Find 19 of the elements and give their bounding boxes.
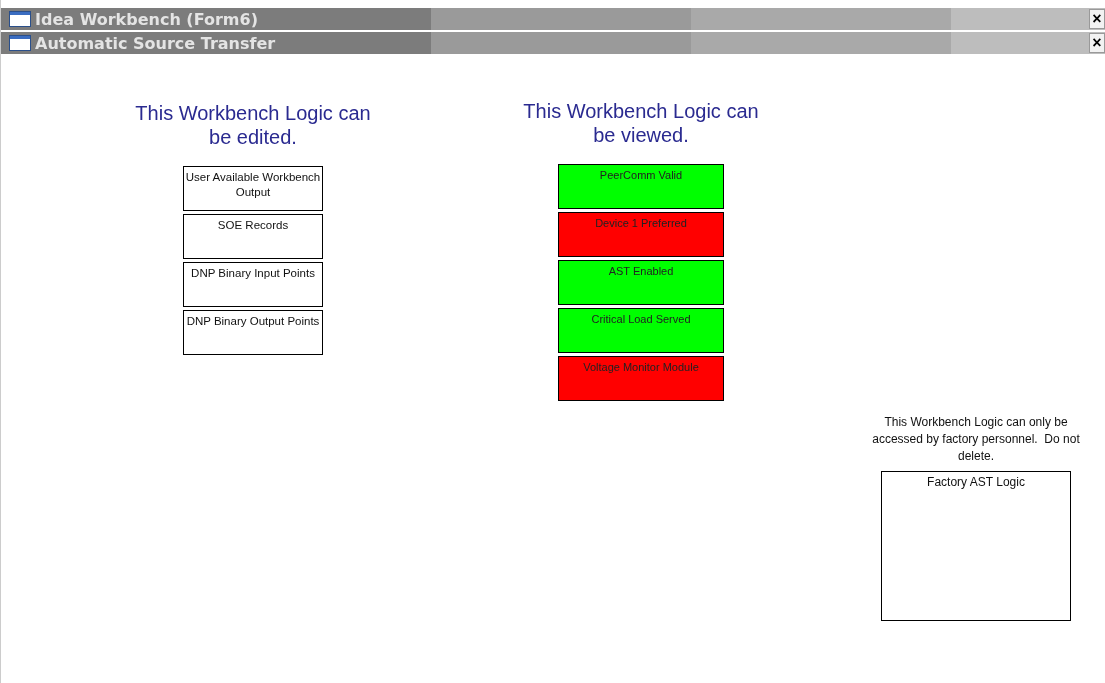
status-block[interactable]: AST Enabled (558, 260, 724, 305)
status-block[interactable]: Critical Load Served (558, 308, 724, 353)
logic-block[interactable]: SOE Records (183, 214, 323, 259)
window-title: Idea Workbench (Form6) (35, 9, 258, 29)
window-icon (9, 11, 31, 27)
close-button[interactable]: × (1089, 33, 1105, 53)
window-title: Automatic Source Transfer (35, 33, 276, 53)
status-block[interactable]: Voltage Monitor Module (558, 356, 724, 401)
status-block[interactable]: Device 1 Preferred (558, 212, 724, 257)
window-icon (9, 35, 31, 51)
logic-block[interactable]: DNP Binary Input Points (183, 262, 323, 307)
logic-block[interactable]: Factory AST Logic (881, 471, 1071, 621)
section-heading: This Workbench Logic can be viewed. (522, 99, 760, 147)
logic-block[interactable]: User Available Workbench Output (183, 166, 323, 211)
logic-block[interactable]: DNP Binary Output Points (183, 310, 323, 355)
factory-note: This Workbench Logic can only be accessed by factory personnel. Do not delete. (871, 414, 1081, 465)
status-block[interactable]: PeerComm Valid (558, 164, 724, 209)
section-heading: This Workbench Logic can be edited. (134, 101, 372, 149)
close-button[interactable]: × (1089, 9, 1105, 29)
